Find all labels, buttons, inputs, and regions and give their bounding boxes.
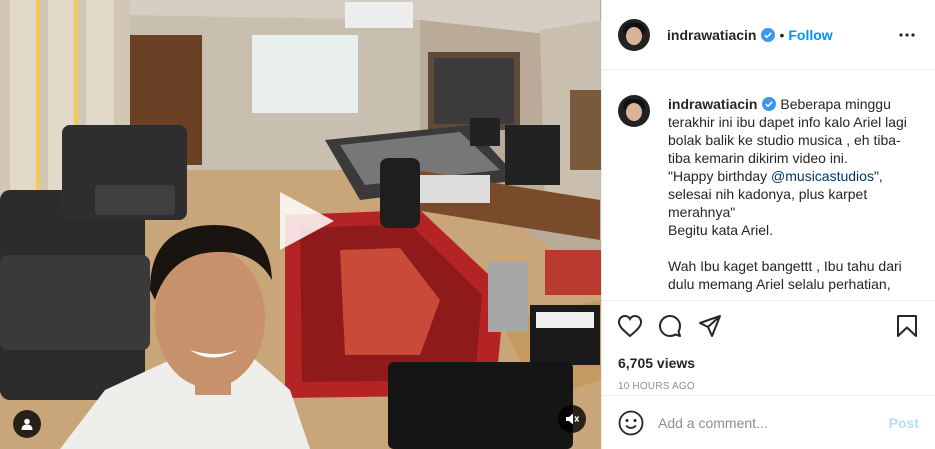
post-timestamp[interactable]: 10 HOURS AGO [618, 381, 919, 392]
mention-link[interactable]: @musicastudios [771, 168, 874, 184]
follow-button[interactable]: Follow [788, 27, 832, 43]
tagged-users-button[interactable] [13, 410, 41, 438]
action-bar: 6,705 views 10 HOURS AGO [602, 300, 935, 392]
avatar[interactable] [618, 18, 650, 51]
post-side-panel: indrawatiacin • Follow indrawatiacin Beb… [601, 0, 935, 449]
save-button[interactable] [895, 314, 919, 338]
more-options-button[interactable] [895, 23, 919, 47]
comment-input[interactable] [658, 414, 889, 431]
verified-badge-icon [761, 27, 776, 42]
post-comment-button[interactable]: Post [889, 415, 919, 431]
mute-button[interactable] [558, 405, 586, 433]
caption-wah-line: Wah Ibu kaget bangettt , Ibu tahu dari d… [668, 258, 902, 292]
more-options-icon [899, 32, 915, 37]
comment-form: Post [602, 395, 935, 449]
caption-quote-prefix: "Happy birthday [668, 168, 772, 184]
view-count[interactable]: 6,705 views [618, 355, 919, 371]
share-button[interactable] [698, 314, 722, 338]
heart-icon [618, 315, 642, 337]
emoji-icon[interactable] [618, 410, 644, 436]
comments-section[interactable]: indrawatiacin Beberapa minggu terakhir i… [602, 71, 935, 300]
caption-ariel-line: Begitu kata Ariel. [668, 222, 774, 238]
separator-dot: • [779, 26, 785, 43]
caption-avatar[interactable] [618, 95, 650, 127]
caption-text: indrawatiacin Beberapa minggu terakhir i… [668, 95, 919, 293]
caption-row: indrawatiacin Beberapa minggu terakhir i… [618, 95, 919, 293]
post-media[interactable] [0, 0, 601, 449]
user-tag-icon [21, 418, 33, 430]
verified-badge-icon [762, 97, 777, 111]
mute-icon [566, 413, 579, 425]
post-header: indrawatiacin • Follow [602, 0, 935, 70]
header-username[interactable]: indrawatiacin [667, 27, 756, 43]
bookmark-icon [897, 315, 917, 337]
share-icon [699, 315, 721, 337]
play-icon [280, 192, 334, 250]
like-button[interactable] [618, 314, 642, 338]
play-button[interactable] [272, 188, 338, 254]
comment-icon [659, 315, 681, 337]
caption-username[interactable]: indrawatiacin [668, 96, 757, 112]
comment-button[interactable] [658, 314, 682, 338]
